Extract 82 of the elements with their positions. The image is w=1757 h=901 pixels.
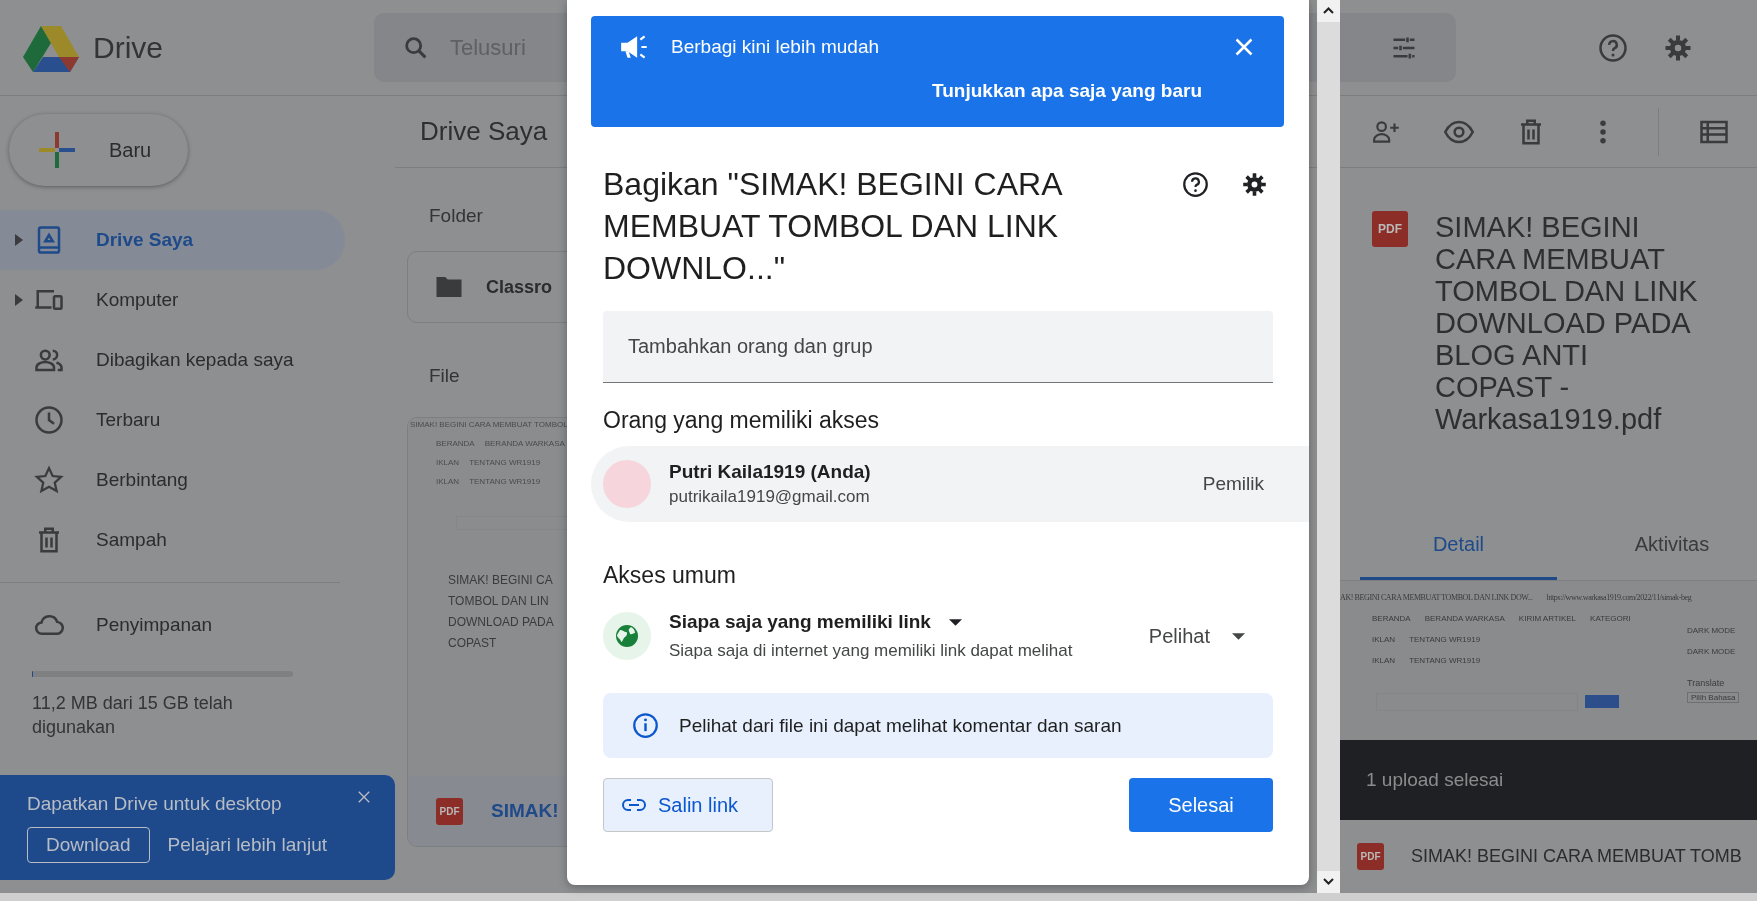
section-heading: Folder — [429, 205, 484, 227]
copy-link-button[interactable]: Salin link — [603, 778, 773, 832]
thumbnail-text: BERANDA — [436, 439, 475, 448]
caret-icon — [948, 618, 962, 626]
preview-url: https://www.warkasa1919.com/2022/11/simak-beg — [1546, 593, 1692, 602]
preview-text: AK! BEGINI CARA MEMBUAT TOMBOL DAN LINK DOW... — [1340, 593, 1533, 602]
done-button[interactable]: Selesai — [1129, 778, 1273, 832]
expand-arrow-icon[interactable] — [15, 294, 23, 306]
role-label: Pemilik — [1202, 473, 1264, 495]
file-card[interactable]: SIMAK! BEGINI CARA MEMBUAT TOMBOL BERANDA BERANDA WARKASA IKLAN TENTANG WR1919 IKLAN TENTANG WR1919 SIMAK! BEGINI CA TOMBOL DAN LIN DOWNLOAD PADA COPAST PDF SIMAK! — [407, 417, 567, 847]
nav-item[interactable]: Drive Saya — [0, 210, 345, 270]
preview-text: KATEGORI — [1590, 614, 1631, 623]
thumbnail-text: SIMAK! BEGINI CARA MEMBUAT TOMBOL — [410, 420, 567, 429]
preview-text: IKLAN — [1372, 635, 1396, 644]
storage-label[interactable]: Penyimpanan — [96, 614, 213, 636]
preview-text: KIRIM ARTIKEL — [1518, 614, 1577, 623]
upload-item[interactable]: PDF SIMAK! BEGINI CARA MEMBUAT TOMB — [1340, 820, 1757, 893]
download-button[interactable]: Download — [27, 827, 150, 863]
storage-usage-text: 11,2 MB dari 15 GB telah digunakan — [32, 692, 234, 739]
scrollbar[interactable] — [1317, 0, 1340, 893]
scroll-up-icon[interactable] — [1317, 0, 1340, 22]
preview-text: BERANDA WARKASA — [1424, 614, 1505, 623]
person-row[interactable]: Putri Kaila1919 (Anda) putrikaila1919@gmail.com Pemilik — [591, 446, 1309, 522]
star-icon — [34, 465, 64, 495]
thumbnail-text: TENTANG WR1919 — [469, 458, 541, 467]
person-email: putrikaila1919@gmail.com — [669, 487, 871, 507]
thumbnail-text: IKLAN — [436, 458, 460, 467]
thumbnail-text: BERANDA WARKASA — [484, 439, 565, 448]
thumbnail-text: TENTANG WR1919 — [469, 477, 541, 486]
clock-icon — [34, 405, 64, 435]
caret-icon — [1232, 632, 1245, 640]
whats-new-link[interactable]: Tunjukkan apa saja yang baru — [932, 80, 1202, 102]
section-heading: Orang yang memiliki akses — [603, 407, 881, 434]
access-scope-dropdown[interactable]: Siapa saja yang memiliki link — [669, 611, 962, 633]
thumbnail-text: COPAST — [448, 635, 498, 652]
pdf-file-icon: PDF — [436, 797, 463, 825]
announcement-text: Berbagi kini lebih mudah — [671, 36, 881, 58]
thumbnail-text: TOMBOL DAN LIN — [448, 593, 550, 610]
notice-text: Pelihat dari file ini dapat melihat komentar dan saran — [679, 714, 1122, 737]
thumbnail-text: SIMAK! BEGINI CA — [448, 572, 554, 589]
dialog-title: Bagikan "SIMAK! BEGINI CARA MEMBUAT TOMBOL DAN LINK DOWNLO..." — [603, 165, 1063, 288]
avatar — [603, 460, 651, 508]
info-icon — [632, 712, 659, 739]
access-description: Siapa saja di internet yang memiliki link dapat melihat — [669, 641, 1074, 661]
nav-item[interactable]: Komputer — [0, 270, 345, 330]
close-icon[interactable] — [357, 790, 371, 804]
preview-text: TENTANG WR1919 — [1409, 656, 1481, 665]
pdf-file-icon: PDF — [1357, 843, 1384, 870]
add-people-field[interactable]: Tambahkan orang dan grup — [603, 311, 1273, 383]
pdf-file-icon: PDF — [1372, 211, 1408, 247]
role-dropdown[interactable]: Pelihat — [1140, 618, 1253, 654]
learn-more-link[interactable]: Pelajari lebih lanjut — [167, 834, 327, 856]
nav-item[interactable]: Sampah — [0, 510, 345, 570]
section-heading: Akses umum — [603, 562, 737, 589]
app-name: Drive — [93, 30, 164, 65]
details-tab[interactable]: Aktivitas — [1597, 512, 1747, 580]
preview-text: IKLAN — [1372, 656, 1396, 665]
preview-text: DARK MODE — [1687, 647, 1737, 656]
preview-text: DARK MODE — [1687, 626, 1737, 635]
banner-title: Dapatkan Drive untuk desktop — [27, 793, 283, 815]
preview-text: TENTANG WR1919 — [1409, 635, 1481, 644]
globe-icon — [603, 612, 651, 660]
thumbnail-text: IKLAN — [436, 477, 460, 486]
file-title: SIMAK! BEGINI CARA MEMBUAT TOMBOL DAN LINK DOWNLOAD PADA BLOG ANTI COPAST - Warkasa1919.pdf — [1435, 211, 1699, 435]
nav-item[interactable]: Terbaru — [0, 390, 345, 450]
upload-toast: 1 upload selesai — [1340, 740, 1757, 820]
new-button[interactable]: Baru — [9, 114, 188, 186]
settings-icon[interactable] — [1241, 171, 1268, 198]
nav-item[interactable]: Dibagikan kepada saya — [0, 330, 345, 390]
section-heading: File — [429, 365, 461, 387]
help-icon[interactable] — [1182, 171, 1209, 198]
link-icon — [622, 799, 646, 811]
thumbnail-text: DOWNLOAD PADA — [448, 614, 555, 631]
drive-logo-icon — [23, 23, 79, 72]
person-name: Putri Kaila1919 (Anda) — [669, 461, 872, 483]
preview-text: Translate — [1687, 678, 1726, 688]
nav-item[interactable]: Berbintang — [0, 450, 345, 510]
plus-icon — [39, 132, 75, 168]
scroll-down-icon[interactable] — [1317, 871, 1340, 893]
location-title[interactable]: Drive Saya — [420, 116, 548, 147]
preview-text: BERANDA — [1372, 614, 1411, 623]
expand-arrow-icon[interactable] — [15, 234, 23, 246]
